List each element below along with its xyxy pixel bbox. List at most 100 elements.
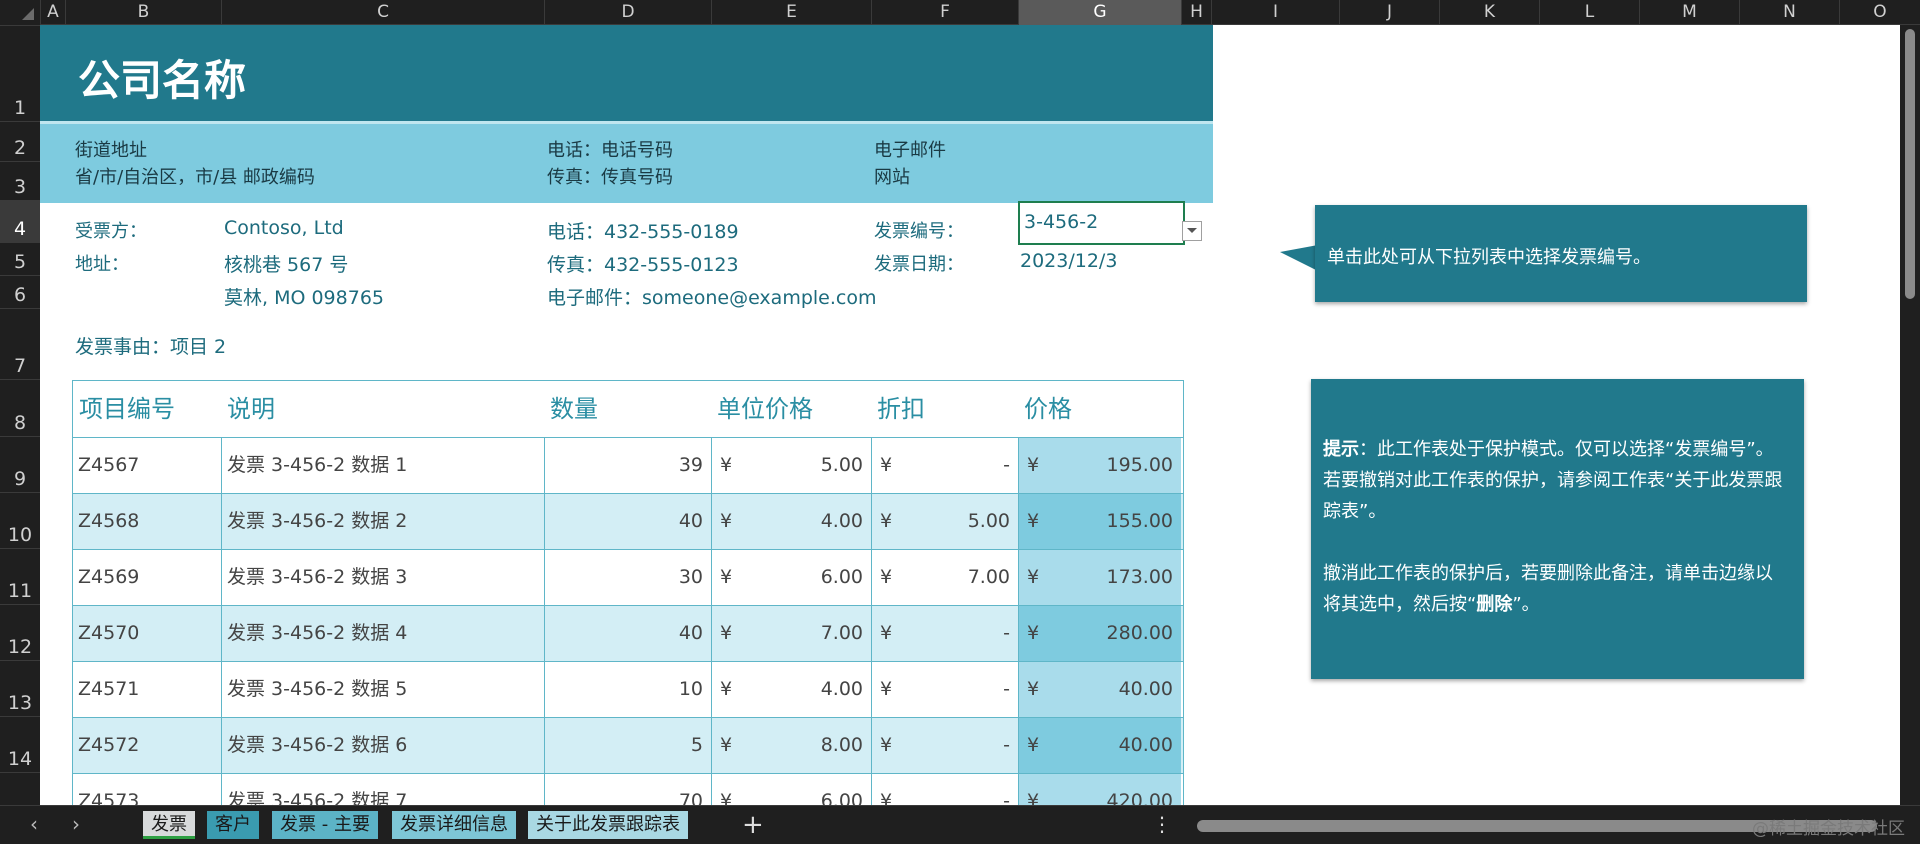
company-phone[interactable]: 电话：电话号码 xyxy=(547,136,673,162)
cell-price[interactable]: ¥155.00 xyxy=(1018,494,1181,549)
column-header-m[interactable]: M xyxy=(1639,0,1739,25)
cell-discount[interactable]: ¥ - xyxy=(871,438,1018,493)
invoice-reason[interactable]: 发票事由：项目 2 xyxy=(75,332,226,359)
billto-name[interactable]: Contoso, Ltd xyxy=(224,217,344,239)
billto-address1[interactable]: 核桃巷 567 号 xyxy=(224,250,348,277)
cell-unit-price[interactable]: ¥4.00 xyxy=(711,494,871,549)
cell-item-id[interactable]: Z4570 xyxy=(73,606,221,661)
cell-price[interactable]: ¥420.00 xyxy=(1018,774,1181,805)
invoice-number-cell[interactable]: 3-456-2 xyxy=(1018,201,1185,245)
row-header-10[interactable]: 10 xyxy=(0,492,40,548)
column-header-b[interactable]: B xyxy=(65,0,221,25)
row-header-14[interactable]: 14 xyxy=(0,716,40,772)
vertical-scrollbar-thumb[interactable] xyxy=(1905,29,1915,299)
cell-quantity[interactable]: 70 xyxy=(544,774,711,805)
row-header-7[interactable]: 7 xyxy=(0,308,40,379)
cell-price[interactable]: ¥40.00 xyxy=(1018,662,1181,717)
cell-item-id[interactable]: Z4569 xyxy=(73,550,221,605)
row-header-2[interactable]: 2 xyxy=(0,121,40,161)
company-name[interactable]: 公司名称 xyxy=(78,47,246,108)
cell-unit-price[interactable]: ¥6.00 xyxy=(711,550,871,605)
prev-sheet-arrow-icon[interactable]: ‹ xyxy=(30,812,38,836)
sheet-tab-invoice-details[interactable]: 发票详细信息 xyxy=(392,811,516,839)
column-header-i[interactable]: I xyxy=(1211,0,1339,25)
column-header-o[interactable]: O xyxy=(1839,0,1920,25)
row-header-3[interactable]: 3 xyxy=(0,161,40,200)
column-header-a[interactable]: A xyxy=(40,0,65,25)
street-address[interactable]: 街道地址 xyxy=(75,136,147,162)
header-unit-price[interactable]: 单位价格 xyxy=(711,381,871,437)
row-header-4[interactable]: 4 xyxy=(0,200,40,242)
row-header-1[interactable]: 1 xyxy=(0,25,40,121)
row-header-6[interactable]: 6 xyxy=(0,275,40,308)
cell-quantity[interactable]: 10 xyxy=(544,662,711,717)
cell-quantity[interactable]: 40 xyxy=(544,606,711,661)
cell-description[interactable]: 发票 3-456-2 数据 5 xyxy=(221,662,544,717)
cell-description[interactable]: 发票 3-456-2 数据 7 xyxy=(221,774,544,805)
cell-item-id[interactable]: Z4567 xyxy=(73,438,221,493)
protection-tip-callout[interactable]: 提示：此工作表处于保护模式。仅可以选择“发票编号”。 若要撤销对此工作表的保护，… xyxy=(1311,379,1804,679)
cell-quantity[interactable]: 40 xyxy=(544,494,711,549)
cell-unit-price[interactable]: ¥7.00 xyxy=(711,606,871,661)
company-website[interactable]: 网站 xyxy=(874,163,910,189)
cell-description[interactable]: 发票 3-456-2 数据 3 xyxy=(221,550,544,605)
cell-item-id[interactable]: Z4572 xyxy=(73,718,221,773)
cell-quantity[interactable]: 30 xyxy=(544,550,711,605)
vertical-scrollbar[interactable] xyxy=(1900,25,1920,805)
column-header-g[interactable]: G xyxy=(1018,0,1181,25)
cell-item-id[interactable]: Z4573 xyxy=(73,774,221,805)
cell-discount[interactable]: ¥ - xyxy=(871,774,1018,805)
company-email[interactable]: 电子邮件 xyxy=(874,136,946,162)
row-header-5[interactable]: 5 xyxy=(0,242,40,275)
invoice-date-value[interactable]: 2023/12/3 xyxy=(1020,250,1117,272)
row-header-15[interactable] xyxy=(0,772,40,805)
header-description[interactable]: 说明 xyxy=(221,381,544,437)
sheet-tab-about[interactable]: 关于此发票跟踪表 xyxy=(528,811,688,839)
cell-discount[interactable]: ¥ - xyxy=(871,606,1018,661)
billto-address2[interactable]: 莫林, MO 098765 xyxy=(224,283,384,310)
company-fax[interactable]: 传真：传真号码 xyxy=(547,163,673,189)
cell-price[interactable]: ¥40.00 xyxy=(1018,718,1181,773)
cell-unit-price[interactable]: ¥4.00 xyxy=(711,662,871,717)
cell-unit-price[interactable]: ¥6.00 xyxy=(711,774,871,805)
city-postal[interactable]: 省/市/自治区，市/县 邮政编码 xyxy=(75,163,315,189)
cell-quantity[interactable]: 5 xyxy=(544,718,711,773)
cell-discount[interactable]: ¥ - xyxy=(871,662,1018,717)
header-quantity[interactable]: 数量 xyxy=(544,381,711,437)
column-header-j[interactable]: J xyxy=(1339,0,1439,25)
select-all-corner[interactable] xyxy=(0,0,40,25)
row-header-9[interactable]: 9 xyxy=(0,436,40,492)
cell-quantity[interactable]: 39 xyxy=(544,438,711,493)
cell-price[interactable]: ¥280.00 xyxy=(1018,606,1181,661)
row-header-8[interactable]: 8 xyxy=(0,379,40,436)
header-item-id[interactable]: 项目编号 xyxy=(73,381,221,437)
column-header-d[interactable]: D xyxy=(544,0,711,25)
cell-discount[interactable]: ¥5.00 xyxy=(871,494,1018,549)
more-options-icon[interactable]: ⋮ xyxy=(1152,812,1172,836)
add-sheet-icon[interactable]: + xyxy=(742,810,764,840)
column-header-e[interactable]: E xyxy=(711,0,871,25)
cell-price[interactable]: ¥195.00 xyxy=(1018,438,1181,493)
row-header-11[interactable]: 11 xyxy=(0,548,40,604)
column-header-h[interactable]: H xyxy=(1181,0,1211,25)
cell-description[interactable]: 发票 3-456-2 数据 1 xyxy=(221,438,544,493)
cell-unit-price[interactable]: ¥8.00 xyxy=(711,718,871,773)
row-header-12[interactable]: 12 xyxy=(0,604,40,660)
cell-discount[interactable]: ¥7.00 xyxy=(871,550,1018,605)
billto-phone[interactable]: 电话：432-555-0189 xyxy=(547,217,739,244)
billto-email[interactable]: 电子邮件：someone@example.com xyxy=(547,283,876,310)
cell-price[interactable]: ¥173.00 xyxy=(1018,550,1181,605)
sheet-tab-customers[interactable]: 客户 xyxy=(207,811,259,839)
dropdown-hint-callout[interactable]: 单击此处可从下拉列表中选择发票编号。 xyxy=(1315,205,1807,302)
cell-discount[interactable]: ¥ - xyxy=(871,718,1018,773)
cell-unit-price[interactable]: ¥5.00 xyxy=(711,438,871,493)
cell-item-id[interactable]: Z4568 xyxy=(73,494,221,549)
column-header-c[interactable]: C xyxy=(221,0,544,25)
next-sheet-arrow-icon[interactable]: › xyxy=(72,812,80,836)
sheet-tab-invoice[interactable]: 发票 xyxy=(143,811,195,839)
cell-description[interactable]: 发票 3-456-2 数据 6 xyxy=(221,718,544,773)
sheet-tab-invoice-main[interactable]: 发票 - 主要 xyxy=(272,811,378,839)
column-header-f[interactable]: F xyxy=(871,0,1018,25)
column-header-n[interactable]: N xyxy=(1739,0,1839,25)
cell-item-id[interactable]: Z4571 xyxy=(73,662,221,717)
